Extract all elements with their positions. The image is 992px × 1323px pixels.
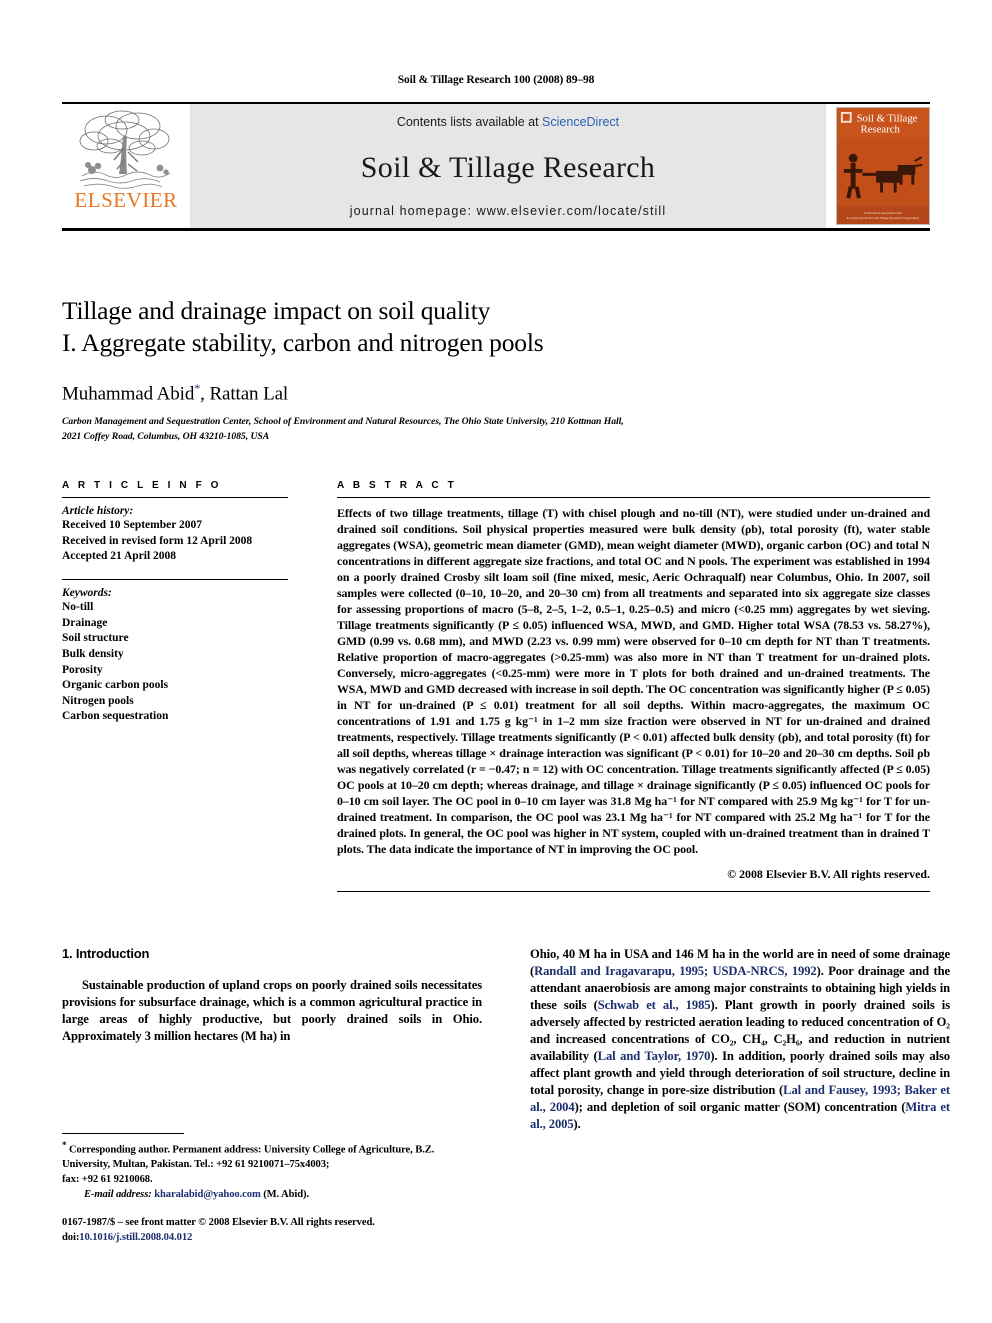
title-block: Tillage and drainage impact on soil qual…	[62, 295, 930, 444]
info-and-abstract: A R T I C L E I N F O Article history: R…	[62, 480, 930, 893]
footnote-fax-text: fax: +92 61 9210068.	[62, 1173, 153, 1185]
keyword-item: Organic carbon pools	[62, 679, 169, 692]
article-info-rule-top	[62, 497, 288, 499]
abstract-column: A B S T R A C T Effects of two tillage t…	[310, 480, 930, 893]
intro-text-run: ); and depletion of soil organic matter …	[574, 1099, 906, 1114]
svg-text:Research: Research	[860, 124, 900, 136]
article-history-block: Article history: Received 10 September 2…	[62, 505, 288, 565]
history-item: Accepted 21 April 2008	[62, 550, 177, 563]
history-item: Received in revised form 12 April 2008	[62, 534, 253, 547]
keyword-item: Carbon sequestration	[62, 710, 169, 723]
section-heading-introduction: 1. Introduction	[62, 946, 150, 962]
contents-available-line: Contents lists available at ScienceDirec…	[397, 115, 619, 129]
abstract-rule-top	[337, 497, 930, 499]
email-label: E-mail address:	[84, 1188, 152, 1200]
issn-line: 0167-1987/$ – see front matter © 2008 El…	[62, 1217, 375, 1229]
keyword-item: Soil structure	[62, 632, 129, 645]
body-columns: 1. Introduction Sustainable production o…	[62, 946, 950, 1246]
article-history-list: Received 10 September 2007 Received in r…	[62, 518, 288, 565]
journal-title: Soil & Tillage Research	[360, 150, 656, 184]
abstract-text: Effects of two tillage treatments, tilla…	[337, 506, 930, 857]
body-column-right: Ohio, 40 M ha in USA and 146 M ha in the…	[530, 946, 950, 1246]
doi-link[interactable]: 10.1016/j.still.2008.04.012	[79, 1232, 192, 1243]
title-line-2: I. Aggregate stability, carbon and nitro…	[62, 327, 544, 357]
article-page: Soil & Tillage Research 100 (2008) 89–98	[0, 0, 992, 1323]
elsevier-logo: ELSEVIER	[62, 104, 190, 228]
doi-label: doi:	[62, 1232, 80, 1244]
abstract-copyright: © 2008 Elsevier B.V. All rights reserved…	[727, 867, 930, 882]
footnote-corresponding-text: Corresponding author. Permanent address:…	[62, 1144, 435, 1170]
journal-cover-thumbnail: Soil & Tillage Research Published in ass…	[836, 107, 930, 225]
intro-text-run: ).	[573, 1116, 581, 1131]
intro-paragraph-right: Ohio, 40 M ha in USA and 146 M ha in the…	[530, 946, 950, 1132]
elsevier-tree-icon	[79, 110, 171, 189]
author-first: Muhammad Abid	[62, 383, 195, 405]
history-item: Received 10 September 2007	[62, 519, 202, 532]
contents-prefix-text: Contents lists available at	[396, 115, 543, 129]
article-info-rule-mid	[62, 579, 288, 581]
journal-masthead: ELSEVIER Contents lists available at Sci…	[62, 102, 930, 231]
citation-link[interactable]: Lal and Taylor, 1970	[598, 1049, 711, 1063]
email-link[interactable]: kharalabid@yahoo.com	[154, 1189, 261, 1200]
journal-band: Contents lists available at ScienceDirec…	[190, 104, 826, 228]
keywords-block: Keywords: No-till Drainage Soil structur…	[62, 587, 288, 725]
keyword-item: No-till	[62, 601, 94, 614]
abstract-rule-bottom	[337, 891, 930, 893]
sciencedirect-link[interactable]: ScienceDirect	[542, 115, 619, 129]
keywords-list: No-till Drainage Soil structure Bulk den…	[62, 600, 288, 725]
elsevier-wordmark: ELSEVIER	[74, 188, 178, 212]
article-info-heading: A R T I C L E I N F O	[62, 480, 222, 492]
citation-link[interactable]: Schwab et al., 1985	[598, 998, 711, 1012]
title-line-1: Tillage and drainage impact on soil qual…	[62, 296, 491, 325]
keywords-label: Keywords:	[62, 587, 112, 600]
abstract-heading: A B S T R A C T	[337, 480, 457, 492]
body-column-left: 1. Introduction Sustainable production o…	[62, 946, 482, 1246]
journal-cover-artwork: Soil & Tillage Research Published in ass…	[837, 108, 929, 224]
svg-text:Published in association with: Published in association with	[864, 211, 902, 215]
affiliation-line-2: 2021 Coffey Road, Columbus, OH 43210-108…	[62, 431, 270, 443]
affiliation-line-1: Carbon Management and Sequestration Cent…	[62, 416, 624, 428]
author-rest: , Rattan Lal	[200, 383, 289, 405]
imprint-block: 0167-1987/$ – see front matter © 2008 El…	[62, 1216, 482, 1246]
article-history-label: Article history:	[62, 505, 134, 518]
email-suffix: (M. Abid).	[260, 1188, 310, 1200]
footnote-rule	[62, 1132, 184, 1134]
email-line: E-mail address: kharalabid@yahoo.com (M.…	[62, 1188, 482, 1203]
page-title: Tillage and drainage impact on soil qual…	[62, 295, 930, 359]
corresponding-author-footnote: * Corresponding author. Permanent addres…	[62, 1139, 482, 1203]
citation-link[interactable]: Randall and Iragavarapu, 1995; USDA-NRCS…	[534, 964, 817, 978]
article-info-column: A R T I C L E I N F O Article history: R…	[62, 480, 310, 892]
intro-paragraph-left: Sustainable production of upland crops o…	[62, 978, 482, 1043]
keyword-item: Nitrogen pools	[62, 694, 134, 707]
keyword-item: Bulk density	[62, 647, 124, 660]
svg-text:the International Soil and Til: the International Soil and Tillage Resea…	[847, 216, 920, 220]
affiliation: Carbon Management and Sequestration Cent…	[62, 414, 930, 444]
author-list: Muhammad Abid*, Rattan Lal	[62, 381, 930, 405]
running-head: Soil & Tillage Research 100 (2008) 89–98	[397, 74, 595, 86]
footnote-area: * Corresponding author. Permanent addres…	[62, 1132, 482, 1247]
keyword-item: Porosity	[62, 663, 103, 676]
journal-homepage-link[interactable]: journal homepage: www.elsevier.com/locat…	[350, 204, 666, 218]
keyword-item: Drainage	[62, 616, 108, 629]
